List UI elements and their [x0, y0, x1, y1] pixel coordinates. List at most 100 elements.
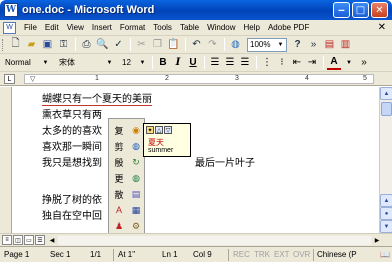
font-select[interactable]: 宋体 ▼: [56, 55, 116, 70]
ime-layout-icon[interactable]: ▦: [128, 203, 144, 217]
zoom-select[interactable]: 100% ▼: [247, 37, 287, 52]
status-rec[interactable]: REC: [233, 250, 250, 259]
print-layout-icon[interactable]: ▭: [24, 235, 34, 245]
candidate-pin-icon[interactable]: ✦: [146, 126, 154, 134]
scroll-up-icon[interactable]: ▲: [380, 87, 392, 100]
minimize-button[interactable]: ‒: [333, 2, 350, 18]
redo-icon[interactable]: ↷: [205, 37, 220, 52]
save-icon[interactable]: ▣: [40, 37, 55, 52]
status-ext[interactable]: EXT: [274, 250, 290, 259]
new-document-icon[interactable]: 🗋: [8, 37, 23, 52]
style-select[interactable]: Normal ▼: [2, 55, 52, 70]
select-browse-object-icon[interactable]: ●: [380, 207, 392, 220]
next-page-icon[interactable]: ▼: [380, 220, 392, 233]
ime-font-icon[interactable]: A: [111, 203, 127, 217]
menu-help[interactable]: Help: [240, 23, 264, 32]
ime-settings-icon[interactable]: ⚙: [128, 219, 144, 233]
vertical-scrollbar[interactable]: ▲ ▲ ● ▼: [379, 87, 392, 233]
print-preview-icon[interactable]: 🔍: [95, 37, 110, 52]
menu-adobe-pdf[interactable]: Adobe PDF: [264, 23, 313, 32]
italic-button[interactable]: I: [171, 55, 185, 70]
font-color-button[interactable]: A: [327, 55, 341, 70]
ime-drive-icon[interactable]: ▤: [128, 187, 144, 201]
ime-globe-icon[interactable]: ◍: [128, 171, 144, 185]
ime-refresh-icon[interactable]: ↻: [128, 155, 144, 169]
ime-candidate-popup[interactable]: ✦ △ ▽ 夏天 summer: [143, 123, 191, 157]
spelling-status-icon[interactable]: 📖: [380, 250, 390, 259]
ruler-track[interactable]: ▽ 1 2 3 4 5: [24, 74, 374, 84]
ime-globe-icon[interactable]: ◍: [128, 139, 144, 153]
menu-tools[interactable]: Tools: [149, 23, 176, 32]
menu-view[interactable]: View: [63, 23, 88, 32]
globe-icon[interactable]: ◍: [228, 37, 243, 52]
copy-icon[interactable]: ❐: [150, 37, 165, 52]
document-line[interactable]: 我只是想找到: [42, 154, 102, 169]
numbering-icon[interactable]: ⋮: [260, 55, 274, 70]
close-button[interactable]: ✕: [371, 2, 388, 18]
open-folder-icon[interactable]: ▰: [24, 37, 39, 52]
ime-user-icon[interactable]: ♟: [111, 219, 127, 233]
ime-label[interactable]: 更: [111, 171, 127, 185]
cut-icon[interactable]: ✂: [134, 37, 149, 52]
ime-label[interactable]: 剪: [111, 139, 127, 153]
menu-insert[interactable]: Insert: [88, 23, 116, 32]
document-line[interactable]: 熏衣草只有两: [42, 106, 102, 121]
menu-table[interactable]: Table: [176, 23, 203, 32]
candidate-up-icon[interactable]: △: [155, 126, 163, 134]
spelling-icon[interactable]: ✓: [111, 37, 126, 52]
document-line[interactable]: 挣脱了树的依: [42, 191, 102, 206]
help-icon[interactable]: ?: [290, 37, 305, 52]
scroll-right-icon[interactable]: ▶: [372, 235, 382, 245]
pdf-email-icon[interactable]: ▥: [338, 37, 353, 52]
tab-selector[interactable]: L: [4, 74, 15, 84]
ime-label[interactable]: 散: [111, 187, 127, 201]
document-line[interactable]: 太多的的喜欢: [42, 122, 102, 137]
document-area[interactable]: 蝴蝶只有一个夏天的美丽 熏衣草只有两 太多的的喜欢 喜欢那一瞬间 我只是想找到 …: [12, 87, 379, 233]
word-app-icon[interactable]: W: [4, 3, 18, 17]
status-trk[interactable]: TRK: [254, 250, 270, 259]
bold-button[interactable]: B: [156, 55, 170, 70]
vertical-ruler[interactable]: [0, 87, 12, 233]
print-icon[interactable]: ⎙: [79, 37, 94, 52]
previous-page-icon[interactable]: ▲: [380, 194, 392, 207]
menu-edit[interactable]: Edit: [41, 23, 63, 32]
pdf-convert-icon[interactable]: ▤: [322, 37, 337, 52]
toolbar-grip[interactable]: [2, 38, 5, 51]
horizontal-scroll-track[interactable]: [58, 236, 371, 245]
paste-icon[interactable]: 📋: [166, 37, 181, 52]
font-size-select[interactable]: 12 ▼: [119, 55, 149, 70]
scroll-left-icon[interactable]: ◀: [47, 235, 57, 245]
normal-view-icon[interactable]: ≡: [2, 235, 12, 245]
align-left-icon[interactable]: ☰: [208, 55, 222, 70]
horizontal-ruler[interactable]: L ▽ 1 2 3 4 5: [0, 72, 392, 86]
permission-icon[interactable]: ⚿: [56, 37, 71, 52]
chevron-down-icon[interactable]: ▼: [342, 55, 356, 70]
scroll-thumb[interactable]: [381, 102, 392, 116]
ime-label[interactable]: 殷: [111, 155, 127, 169]
bullets-icon[interactable]: ⁝: [275, 55, 289, 70]
menu-format[interactable]: Format: [116, 23, 149, 32]
underline-button[interactable]: U: [186, 55, 200, 70]
web-view-icon[interactable]: ◫: [13, 235, 23, 245]
ime-label[interactable]: 复: [111, 123, 127, 137]
candidate-down-icon[interactable]: ▽: [164, 126, 172, 134]
outline-view-icon[interactable]: ☰: [35, 235, 45, 245]
maximize-button[interactable]: □: [352, 2, 369, 18]
menu-file[interactable]: File: [20, 23, 41, 32]
decrease-indent-icon[interactable]: ⇤: [290, 55, 304, 70]
document-menu-icon[interactable]: W: [3, 21, 16, 34]
toolbar-overflow-icon[interactable]: »: [306, 37, 321, 52]
ime-toolbar[interactable]: 复 ◉ 剪 ◍ 殷 ↻ 更 ◍ 散 ▤ A ▦ ♟ ⚙: [108, 118, 145, 238]
toolbar-overflow-icon[interactable]: »: [357, 55, 371, 70]
undo-icon[interactable]: ↶: [189, 37, 204, 52]
document-close-icon[interactable]: ✕: [378, 22, 386, 33]
horizontal-scrollbar[interactable]: ≡ ◫ ▭ ☰ ◀ ▶: [0, 233, 392, 246]
document-line[interactable]: 蝴蝶只有一个夏天的美丽: [42, 90, 152, 106]
align-right-icon[interactable]: ☰: [238, 55, 252, 70]
menu-window[interactable]: Window: [203, 23, 239, 32]
document-line[interactable]: 最后一片叶子: [195, 154, 255, 169]
increase-indent-icon[interactable]: ⇥: [305, 55, 319, 70]
document-line[interactable]: 喜欢那一瞬间: [42, 138, 102, 153]
document-line[interactable]: 独自在空中回: [42, 207, 102, 222]
status-ovr[interactable]: OVR: [293, 250, 310, 259]
